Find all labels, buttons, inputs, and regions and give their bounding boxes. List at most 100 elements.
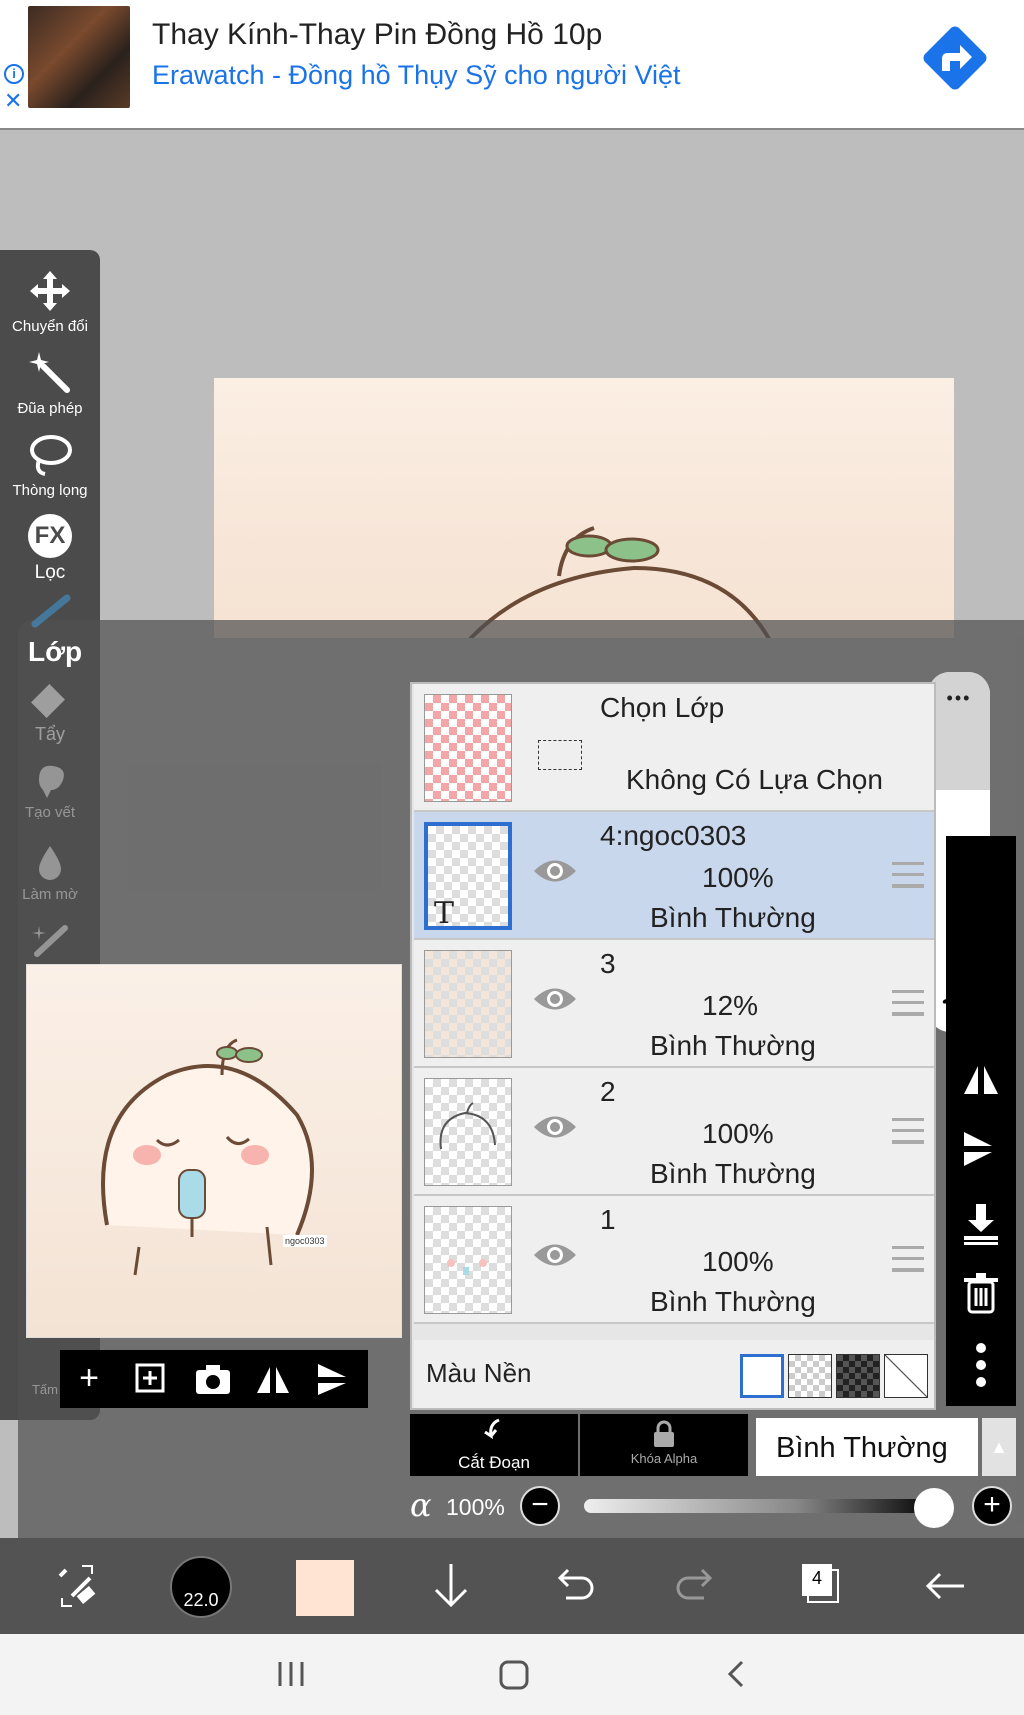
bg-none-swatch[interactable] (884, 1354, 928, 1398)
layer-blend-mode: Bình Thường (650, 902, 816, 933)
layer-actions-toolbar (946, 836, 1016, 1406)
layer-thumbnail (424, 950, 512, 1058)
add-layer-icon[interactable]: + (68, 1358, 110, 1400)
back-arrow-icon[interactable] (920, 1556, 970, 1616)
layer-blend-mode: Bình Thường (650, 1030, 816, 1061)
ad-close-icon[interactable]: ✕ (4, 88, 22, 114)
clipping-label: Cắt Đoạn (458, 1453, 530, 1472)
alpha-lock-button[interactable]: Khóa Alpha (580, 1414, 748, 1476)
lock-icon (654, 1420, 674, 1447)
tool-sparkle[interactable] (0, 920, 100, 964)
layer-thumbnail (424, 1078, 512, 1186)
current-color-swatch[interactable] (296, 1560, 354, 1616)
drag-handle-icon[interactable] (892, 990, 924, 1016)
decrease-opacity-button[interactable]: − (520, 1486, 560, 1526)
recent-apps-icon[interactable] (274, 1654, 308, 1699)
more-icon: ••• (946, 688, 972, 708)
camera-icon[interactable] (192, 1358, 234, 1400)
tool-blur[interactable]: Làm mờ (0, 842, 100, 903)
smudge-icon (39, 765, 64, 798)
layer-count: 4 (811, 1568, 822, 1588)
tool-eraser[interactable]: Tẩy (0, 680, 100, 745)
layer-blend-mode: Bình Thường (650, 1286, 816, 1317)
home-icon[interactable] (494, 1654, 534, 1699)
tool-label: Làm mờ (22, 886, 78, 903)
flip-layer-vertical-icon[interactable] (946, 1126, 1016, 1186)
selection-layer-row[interactable]: Chọn Lớp Không Có Lựa Chọn (414, 684, 934, 812)
eraser-icon (31, 684, 65, 718)
blur-icon (39, 846, 61, 880)
layer-blend-mode: Bình Thường (650, 1158, 816, 1189)
tool-smudge[interactable]: Tạo vết (0, 760, 100, 821)
tool-filter[interactable]: FX Lọc (0, 514, 100, 584)
arrow-down-icon[interactable] (426, 1556, 476, 1616)
increase-opacity-button[interactable]: + (972, 1486, 1012, 1526)
marquee-icon (538, 740, 582, 770)
directions-icon[interactable] (914, 17, 996, 99)
bg-light-checker-swatch[interactable] (788, 1354, 832, 1398)
ad-thumbnail[interactable] (28, 6, 130, 108)
preview-illustration (101, 1038, 314, 1276)
canvas-preview[interactable]: ngoc0303 (26, 964, 402, 1338)
undo-icon[interactable] (548, 1556, 598, 1616)
ad-info-icon[interactable]: i (4, 64, 24, 84)
tool-lasso[interactable]: Thòng lọng (0, 432, 100, 499)
background-color-row: Màu Nền (414, 1340, 934, 1408)
visibility-eye-icon[interactable] (532, 1112, 578, 1142)
drag-handle-icon[interactable] (892, 862, 924, 888)
drawing-canvas[interactable] (214, 378, 954, 638)
opacity-slider-knob[interactable] (914, 1488, 954, 1528)
add-image-layer-icon[interactable] (130, 1358, 172, 1400)
layer-opacity: 100% (702, 1118, 774, 1149)
swap-tool-icon[interactable] (52, 1556, 102, 1616)
visibility-eye-icon[interactable] (532, 856, 578, 886)
back-nav-icon[interactable] (720, 1654, 754, 1699)
tool-brush[interactable] (0, 594, 100, 634)
layer-name: 1 (600, 1204, 616, 1235)
ad-title[interactable]: Thay Kính-Thay Pin Đồng Hồ 10p (152, 18, 602, 52)
sparkle-brush-icon (32, 925, 68, 957)
layer-row[interactable]: 1 100% Bình Thường (414, 1196, 934, 1324)
flip-layer-horizontal-icon[interactable] (946, 1056, 1016, 1116)
clipping-button[interactable]: Cắt Đoạn (410, 1414, 578, 1476)
layer-thumbnail: T (424, 822, 512, 931)
chevron-up-icon[interactable]: ▲ (982, 1418, 1016, 1476)
drag-handle-icon[interactable] (892, 1118, 924, 1144)
flip-vertical-icon[interactable] (312, 1358, 354, 1400)
layer-opacity-value: 100% (446, 1494, 505, 1520)
ad-subtitle[interactable]: Erawatch - Đồng hồ Thụy Sỹ cho người Việ… (152, 60, 681, 91)
visibility-eye-icon[interactable] (532, 984, 578, 1014)
trash-icon[interactable] (946, 1270, 1016, 1330)
bg-dark-checker-swatch[interactable] (836, 1354, 880, 1398)
layers-count-button[interactable]: 4 (798, 1556, 848, 1616)
layer-row[interactable]: 2 100% Bình Thường (414, 1068, 934, 1196)
blend-mode-select[interactable]: Bình Thường (756, 1418, 978, 1476)
layers-list: Chọn Lớp Không Có Lựa Chọn T 4:ngoc0303 … (410, 682, 936, 1410)
move-icon (30, 271, 70, 311)
preview-toolbar: + (60, 1350, 368, 1408)
tool-label: Thòng lọng (12, 482, 88, 499)
visibility-eye-icon[interactable] (532, 1240, 578, 1270)
flip-horizontal-icon[interactable] (252, 1358, 294, 1400)
brush-icon (31, 594, 71, 628)
drag-handle-icon[interactable] (892, 1246, 924, 1272)
tool-magic-wand[interactable]: Đũa phép (0, 350, 100, 417)
layer-row[interactable]: T 4:ngoc0303 100% Bình Thường (414, 812, 934, 940)
layer-opacity: 100% (702, 1246, 774, 1277)
more-vertical-icon[interactable] (946, 1340, 1016, 1400)
selection-title: Chọn Lớp (600, 692, 725, 723)
brush-size-indicator[interactable]: 22.0 (170, 1556, 232, 1618)
tool-label: Tẩy (34, 724, 65, 744)
opacity-slider[interactable] (584, 1499, 938, 1513)
merge-down-icon[interactable] (946, 1200, 1016, 1260)
more-options-button[interactable]: ••• (928, 672, 990, 790)
bg-white-swatch[interactable] (740, 1354, 784, 1398)
layer-thumbnail (424, 1206, 512, 1314)
system-nav-bar (0, 1634, 1024, 1715)
redo-icon[interactable] (672, 1556, 722, 1616)
selection-status: Không Có Lựa Chọn (626, 764, 883, 795)
layer-row[interactable]: 3 12% Bình Thường (414, 940, 934, 1068)
tool-transform[interactable]: Chuyển đổi (0, 268, 100, 335)
ad-banner[interactable]: Thay Kính-Thay Pin Đồng Hồ 10p Erawatch … (0, 0, 1024, 130)
tool-label: Lọc (34, 562, 66, 583)
